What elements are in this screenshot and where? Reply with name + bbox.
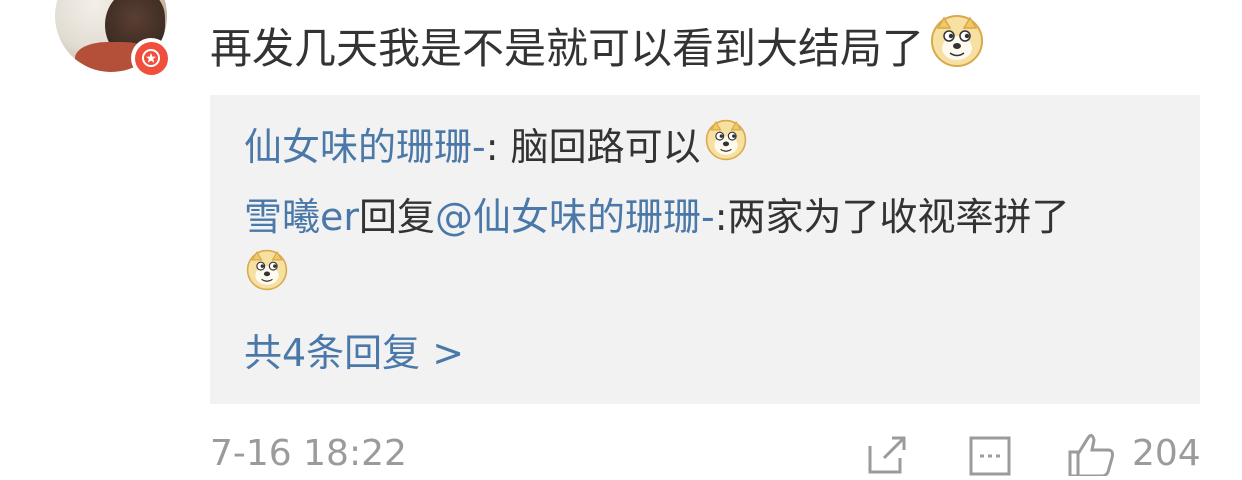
share-icon[interactable] (866, 432, 910, 480)
reply-author[interactable]: 仙女味的珊珊- (244, 121, 486, 173)
reply-text: :两家为了收视率拼了 (714, 195, 1070, 239)
more-replies-link[interactable]: 共4条回复 > (244, 327, 464, 379)
doge-icon (930, 14, 984, 83)
doge-icon (246, 249, 288, 304)
reply-separator: : (485, 124, 511, 169)
doge-icon (705, 119, 747, 174)
comment-icon[interactable] (968, 432, 1012, 480)
like-icon[interactable] (1066, 432, 1116, 480)
reply-word: 回复 (359, 195, 436, 239)
reply-author[interactable]: 雪曦er (244, 191, 359, 243)
verified-badge-icon (131, 38, 171, 78)
reply-text: 脑回路可以 (510, 124, 701, 169)
reply-item-continued (244, 249, 288, 304)
like-count: 204 (1132, 433, 1201, 474)
comment-text: 再发几天我是不是就可以看到大结局了 (210, 14, 984, 83)
reply-box[interactable]: 仙女味的珊珊- : 脑回路可以 雪曦er 回复 @仙女味的珊珊- :两家为了收视… (210, 95, 1200, 404)
timestamp: 7-16 18:22 (210, 433, 407, 474)
comment-body: 再发几天我是不是就可以看到大结局了 (210, 23, 925, 73)
reply-item: 仙女味的珊珊- : 脑回路可以 (244, 119, 747, 174)
reply-mention[interactable]: @仙女味的珊珊- (435, 191, 715, 243)
reply-item: 雪曦er 回复 @仙女味的珊珊- :两家为了收视率拼了 (244, 191, 1070, 243)
